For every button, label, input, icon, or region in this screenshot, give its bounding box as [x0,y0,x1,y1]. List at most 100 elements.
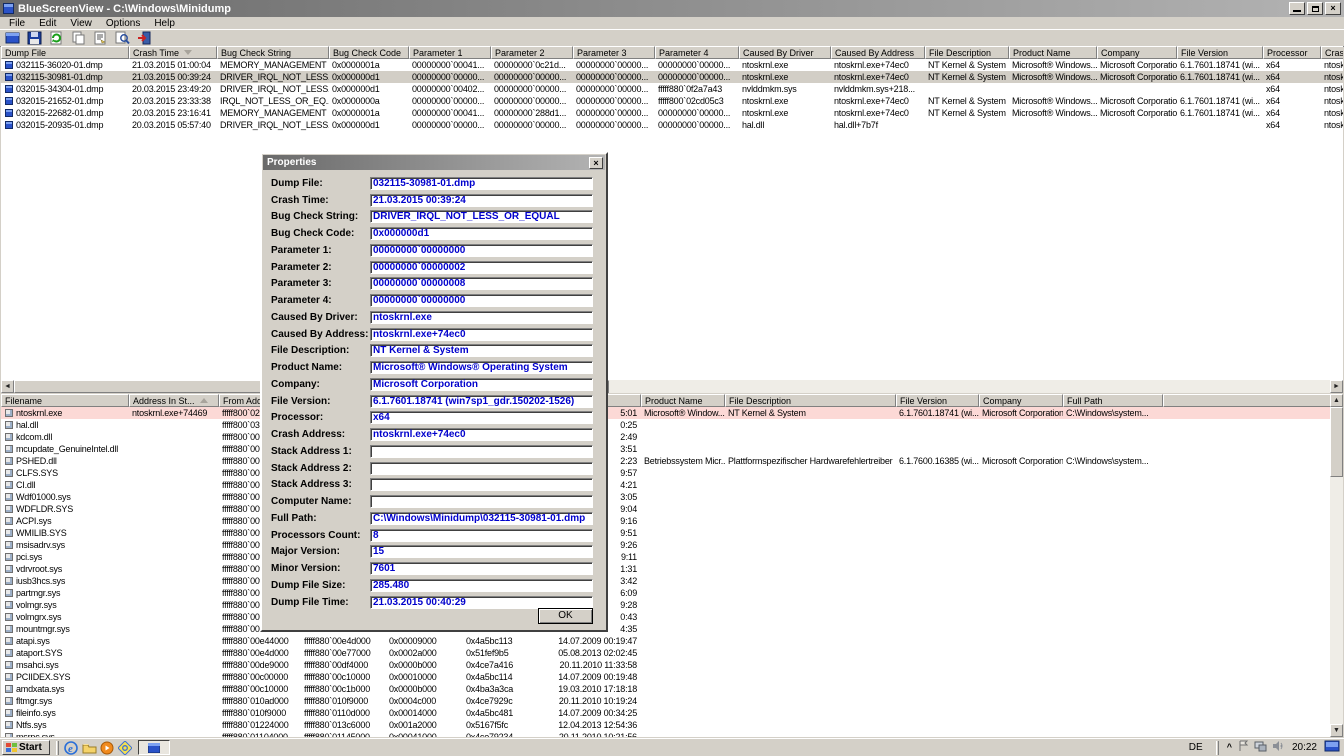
table-row[interactable]: fltmgr.sysfffff880`010ad000fffff880`010f… [1,695,1343,707]
column-header[interactable]: Crash Time [129,46,217,59]
flag-icon[interactable] [1237,740,1249,755]
scroll-left-button[interactable]: ◄ [1,380,14,393]
column-header[interactable]: File Description [925,46,1009,59]
file-description-field[interactable]: NT Kernel & System [370,344,593,357]
table-row[interactable]: iusb3hcs.sysfffff880`00ff3:42 [1,575,1343,587]
parameter-1-field[interactable]: 00000000`00000000 [370,244,593,257]
column-header[interactable]: File Version [896,394,979,407]
major-version-field[interactable]: 15 [370,545,593,558]
column-header[interactable]: File Description [725,394,896,407]
column-header[interactable]: Filename [1,394,129,407]
find-icon[interactable] [113,30,132,46]
network-icon[interactable] [1254,740,1267,755]
table-row[interactable]: kdcom.dllfffff800`00bc2:49 [1,431,1343,443]
magnifier-icon[interactable] [116,740,134,756]
table-row[interactable]: fileinfo.sysfffff880`010f9000fffff880`01… [1,707,1343,719]
scroll-right-button[interactable]: ► [1330,380,1343,393]
refresh-icon[interactable] [47,30,66,46]
table-row[interactable]: PCIIDEX.SYSfffff880`00c00000fffff880`00c… [1,671,1343,683]
dialog-close-icon[interactable]: × [589,157,603,169]
monitor-icon[interactable] [1324,740,1340,756]
column-header[interactable]: Parameter 4 [655,46,739,59]
copy-icon[interactable] [69,30,88,46]
vertical-scrollbar[interactable]: ▲ ▼ [1330,394,1343,737]
product-name-field[interactable]: Microsoft® Windows® Operating System [370,361,593,374]
table-row[interactable]: pci.sysfffff880`00fb9:11 [1,551,1343,563]
vertical-scroll-thumb[interactable] [1330,407,1343,477]
column-header[interactable]: Caused By Address [831,46,925,59]
column-header[interactable]: Bug Check String [217,46,329,59]
column-header[interactable]: Company [1097,46,1177,59]
column-header[interactable]: Processor [1263,46,1321,59]
table-row[interactable]: volmgr.sysfffff880`00e19:28 [1,599,1343,611]
parameter-2-field[interactable]: 00000000`00000002 [370,261,593,274]
table-row[interactable]: ntoskrnl.exentoskrnl.exe+74469fffff800`0… [1,407,1343,419]
table-row[interactable]: Wdf01000.sysfffff880`00e73:05 [1,491,1343,503]
table-row[interactable]: 032015-21652-01.dmp20.03.2015 23:33:38IR… [1,95,1343,107]
start-button[interactable]: Start [2,740,50,755]
menu-options[interactable]: Options [99,18,147,29]
table-row[interactable]: vdrvroot.sysfffff880`00fe1:31 [1,563,1343,575]
parameter-4-field[interactable]: 00000000`00000000 [370,294,593,307]
table-row[interactable]: volmgrx.sysfffff880`00d80:43 [1,611,1343,623]
bug-check-string-field[interactable]: DRIVER_IRQL_NOT_LESS_OR_EQUAL [370,210,593,223]
table-row[interactable]: amdxata.sysfffff880`00c10000fffff880`00c… [1,683,1343,695]
dump-file-time-field[interactable]: 21.03.2015 00:40:29 [370,596,593,609]
table-row[interactable]: msrpc.sysfffff880`01104000fffff880`01145… [1,731,1343,737]
menu-file[interactable]: File [2,18,32,29]
table-row[interactable]: WDFLDR.SYSfffff880`00f39:04 [1,503,1343,515]
company-field[interactable]: Microsoft Corporation [370,378,593,391]
scroll-up-button[interactable]: ▲ [1330,394,1343,407]
language-indicator[interactable]: DE [1184,742,1208,753]
dump-file-size-field[interactable]: 285.480 [370,579,593,592]
crash-time-field[interactable]: 21.03.2015 00:39:24 [370,194,593,207]
column-header[interactable]: Product Name [1009,46,1097,59]
dump-file-field[interactable]: 032115-30981-01.dmp [370,177,593,190]
caused-by-driver-field[interactable]: ntoskrnl.exe [370,311,593,324]
explorer-icon[interactable] [80,740,98,756]
chevron-up-icon[interactable]: ^ [1227,743,1232,752]
column-header[interactable]: Bug Check Code [329,46,409,59]
ok-button[interactable]: OK [538,608,593,624]
menu-edit[interactable]: Edit [32,18,63,29]
caused-by-address-field[interactable]: ntoskrnl.exe+74ec0 [370,328,593,341]
table-row[interactable]: 032015-34304-01.dmp20.03.2015 23:49:20DR… [1,83,1343,95]
column-header[interactable]: Dump File [1,46,129,59]
menu-view[interactable]: View [63,18,99,29]
scroll-down-button[interactable]: ▼ [1330,724,1343,737]
table-row[interactable]: partmgr.sysfffff880`00e06:09 [1,587,1343,599]
table-row[interactable]: CI.dllfffff880`00d14:21 [1,479,1343,491]
menu-help[interactable]: Help [147,18,182,29]
stack-address-2-field[interactable] [370,462,593,475]
computer-name-field[interactable] [370,495,593,508]
column-header[interactable]: Caused By Driver [739,46,831,59]
stack-address-1-field[interactable] [370,445,593,458]
full-path-field[interactable]: C:\Windows\Minidump\032115-30981-01.dmp [370,512,593,525]
save-icon[interactable] [25,30,44,46]
properties-icon[interactable] [91,30,110,46]
column-header[interactable]: Address In St... [129,394,219,407]
column-header[interactable]: Parameter 2 [491,46,573,59]
restore-button[interactable] [1307,2,1323,15]
clock[interactable]: 20:22 [1290,742,1319,753]
table-row[interactable]: msahci.sysfffff880`00de9000fffff880`00df… [1,659,1343,671]
open-minidump-icon[interactable] [3,30,22,46]
file-version-field[interactable]: 6.1.7601.18741 (win7sp1_gdr.150202-1526) [370,395,593,408]
table-row[interactable]: hal.dllfffff800`031f0:25 [1,419,1343,431]
stack-address-3-field[interactable] [370,478,593,491]
table-row[interactable]: Ntfs.sysfffff880`01224000fffff880`013c60… [1,719,1343,731]
table-row[interactable]: 032115-30981-01.dmp21.03.2015 00:39:24DR… [1,71,1343,83]
table-row[interactable]: atapi.sysfffff880`00e44000fffff880`00e4d… [1,635,1343,647]
column-header[interactable]: Company [979,394,1063,407]
table-row[interactable]: mcupdate_GenuineIntel.dllfffff880`00c53:… [1,443,1343,455]
horizontal-scrollbar[interactable]: ◄ ► [1,380,1343,393]
column-header[interactable]: Parameter 1 [409,46,491,59]
speaker-icon[interactable] [1272,740,1285,755]
processors-count-field[interactable]: 8 [370,529,593,542]
close-button[interactable]: × [1325,2,1341,15]
crash-address-field[interactable]: ntoskrnl.exe+74ec0 [370,428,593,441]
table-row[interactable]: 032015-20935-01.dmp20.03.2015 05:57:40DR… [1,119,1343,131]
minor-version-field[interactable]: 7601 [370,562,593,575]
ie-icon[interactable]: e [62,740,80,756]
table-row[interactable]: 032015-22682-01.dmp20.03.2015 23:16:41ME… [1,107,1343,119]
